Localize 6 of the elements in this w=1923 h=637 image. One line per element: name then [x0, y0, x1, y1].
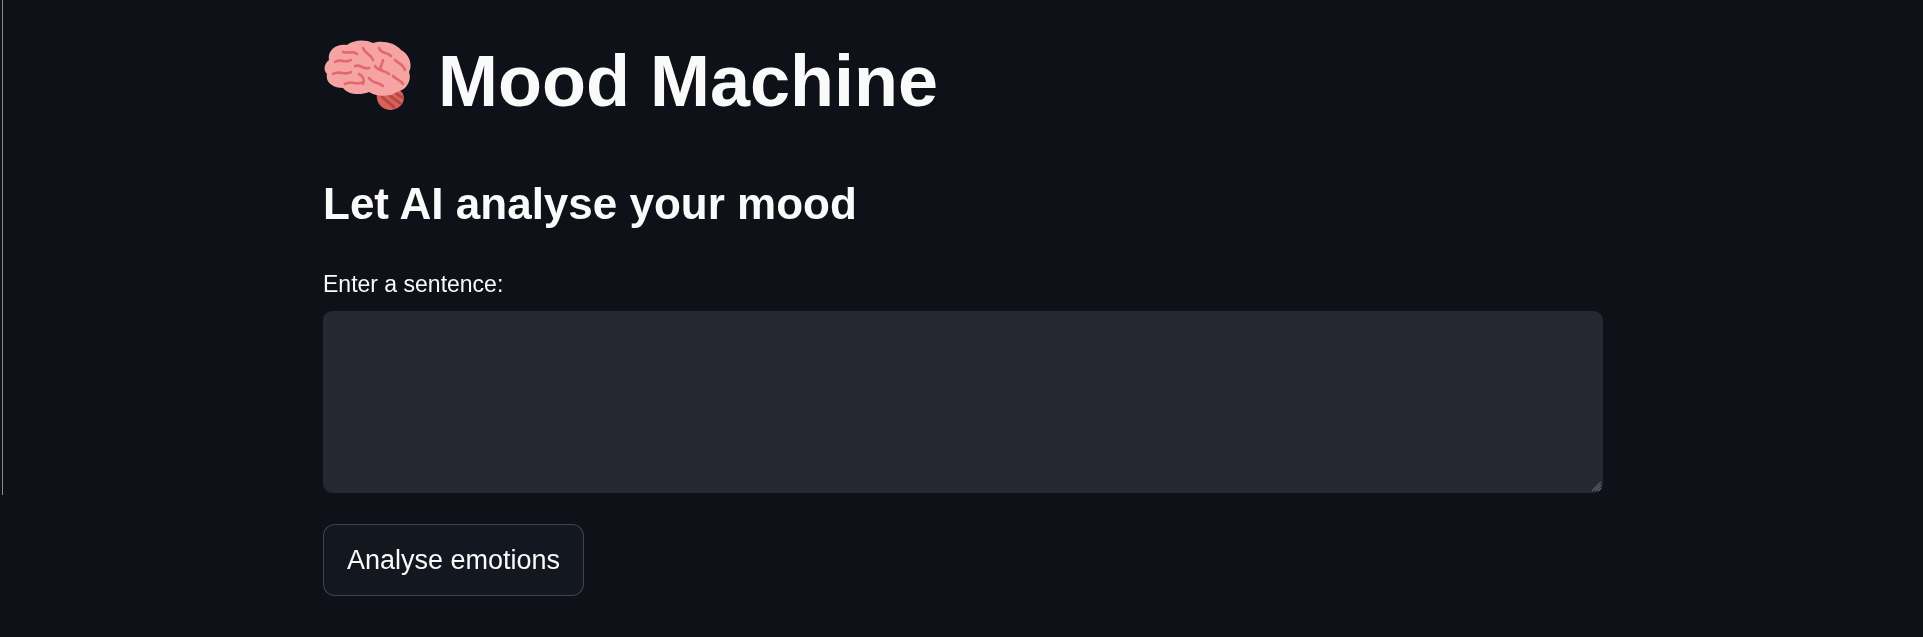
resize-grip-icon[interactable]	[1591, 481, 1602, 492]
brain-icon	[323, 40, 412, 110]
subheading: Let AI analyse your mood	[323, 178, 857, 230]
field-label: Enter a sentence:	[323, 270, 504, 299]
page-title: Mood Machine	[438, 40, 938, 123]
analyse-button[interactable]: Analyse emotions	[323, 524, 585, 596]
